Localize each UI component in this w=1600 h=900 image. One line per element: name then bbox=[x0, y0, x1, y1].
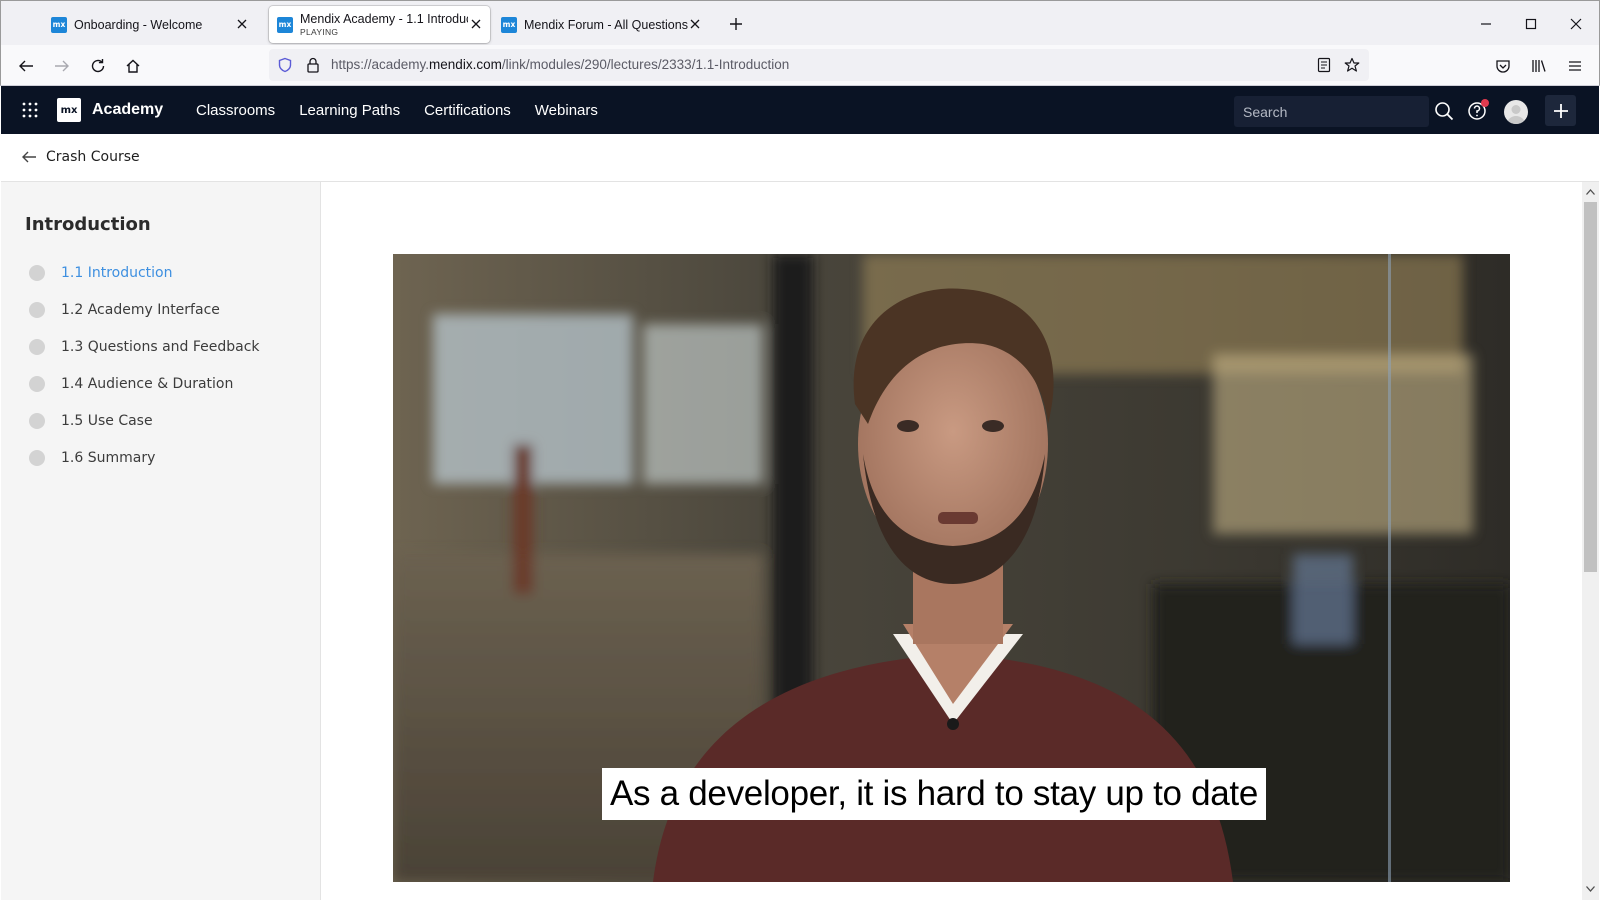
scroll-up-arrow-icon[interactable] bbox=[1585, 186, 1596, 197]
lock-icon[interactable] bbox=[303, 55, 323, 75]
progress-dot-icon bbox=[29, 375, 45, 392]
lesson-label: 1.3 Questions and Feedback bbox=[61, 338, 260, 355]
nav-webinars[interactable]: Webinars bbox=[535, 102, 598, 119]
lesson-sidebar: Introduction 1.1 Introduction 1.2 Academ… bbox=[1, 182, 321, 900]
lesson-label: 1.1 Introduction bbox=[61, 264, 173, 281]
lesson-label: 1.5 Use Case bbox=[61, 412, 153, 429]
close-tab-icon[interactable] bbox=[687, 16, 703, 32]
module-title: Introduction bbox=[25, 214, 151, 235]
video-caption: As a developer, it is hard to stay up to… bbox=[602, 768, 1267, 820]
breadcrumb: Crash Course bbox=[1, 134, 1599, 182]
academy-header: mx Academy Classrooms Learning Paths Cer… bbox=[1, 86, 1599, 134]
tab-title: Mendix Forum - All Questions bbox=[524, 17, 688, 32]
mendix-logo-icon: mx bbox=[57, 98, 81, 122]
lesson-list: 1.1 Introduction 1.2 Academy Interface 1… bbox=[29, 254, 260, 476]
browser-tab-forum[interactable]: mx Mendix Forum - All Questions bbox=[501, 6, 709, 43]
brand-name: Academy bbox=[92, 101, 164, 118]
avatar[interactable] bbox=[1504, 100, 1528, 124]
library-icon[interactable] bbox=[1525, 52, 1553, 80]
pocket-icon[interactable] bbox=[1489, 52, 1517, 80]
close-window-icon[interactable] bbox=[1561, 9, 1591, 39]
progress-dot-icon bbox=[29, 301, 45, 318]
lesson-item-introduction[interactable]: 1.1 Introduction bbox=[29, 254, 260, 291]
close-tab-icon[interactable] bbox=[468, 16, 484, 32]
mendix-favicon-icon: mx bbox=[51, 16, 67, 33]
nav-certifications[interactable]: Certifications bbox=[424, 102, 511, 119]
browser-toolbar: https://academy.mendix.com/link/modules/… bbox=[0, 45, 1600, 86]
lesson-item-summary[interactable]: 1.6 Summary bbox=[29, 439, 260, 476]
browser-tab-onboarding[interactable]: mx Onboarding - Welcome bbox=[51, 6, 256, 43]
reader-view-icon[interactable] bbox=[1314, 55, 1334, 75]
academy-brand[interactable]: mx Academy bbox=[57, 98, 163, 122]
url-prefix: https://academy. bbox=[331, 57, 430, 72]
notification-badge bbox=[1481, 99, 1489, 107]
maximize-window-icon[interactable] bbox=[1516, 9, 1546, 39]
lesson-item-questions-feedback[interactable]: 1.3 Questions and Feedback bbox=[29, 328, 260, 365]
mendix-favicon-icon: mx bbox=[501, 16, 517, 33]
search-icon[interactable] bbox=[1431, 98, 1457, 124]
back-arrow-icon[interactable] bbox=[12, 52, 40, 80]
url-host: mendix.com bbox=[429, 57, 502, 72]
scroll-down-arrow-icon[interactable] bbox=[1585, 883, 1596, 894]
progress-dot-icon bbox=[29, 412, 45, 429]
forward-arrow-icon[interactable] bbox=[48, 52, 76, 80]
main-navigation: Classrooms Learning Paths Certifications… bbox=[196, 86, 622, 134]
close-tab-icon[interactable] bbox=[234, 16, 250, 32]
reload-icon[interactable] bbox=[84, 52, 112, 80]
lesson-label: 1.4 Audience & Duration bbox=[61, 375, 234, 392]
scrollbar-thumb[interactable] bbox=[1584, 202, 1597, 572]
url-path: /link/modules/290/lectures/2333/1.1-Intr… bbox=[501, 57, 790, 72]
tab-title: Mendix Academy - 1.1 Introduc bbox=[300, 12, 468, 26]
search-input[interactable] bbox=[1234, 96, 1429, 127]
new-tab-button[interactable] bbox=[725, 13, 747, 35]
caption-text: As a developer, it is hard to stay up to… bbox=[610, 774, 1259, 813]
plus-icon bbox=[1553, 103, 1568, 118]
page-scrollbar[interactable] bbox=[1582, 182, 1599, 900]
back-arrow-icon[interactable] bbox=[21, 149, 39, 167]
nav-learning-paths[interactable]: Learning Paths bbox=[299, 102, 400, 119]
lesson-item-academy-interface[interactable]: 1.2 Academy Interface bbox=[29, 291, 260, 328]
lesson-label: 1.2 Academy Interface bbox=[61, 301, 220, 318]
help-icon[interactable] bbox=[1464, 98, 1490, 124]
nav-classrooms[interactable]: Classrooms bbox=[196, 102, 275, 119]
home-icon[interactable] bbox=[119, 52, 147, 80]
url-text[interactable]: https://academy.mendix.com/link/modules/… bbox=[331, 57, 789, 72]
address-bar[interactable]: https://academy.mendix.com/link/modules/… bbox=[269, 49, 1369, 81]
tracking-protection-shield-icon[interactable] bbox=[275, 55, 295, 75]
progress-dot-icon bbox=[29, 338, 45, 355]
progress-dot-icon bbox=[29, 264, 45, 281]
browser-tab-strip: mx Onboarding - Welcome mx Mendix Academ… bbox=[0, 0, 1600, 45]
tab-title: Onboarding - Welcome bbox=[74, 17, 203, 32]
progress-dot-icon bbox=[29, 449, 45, 466]
bookmark-star-icon[interactable] bbox=[1342, 55, 1362, 75]
lesson-item-audience-duration[interactable]: 1.4 Audience & Duration bbox=[29, 365, 260, 402]
lesson-item-use-case[interactable]: 1.5 Use Case bbox=[29, 402, 260, 439]
browser-tab-academy[interactable]: mx Mendix Academy - 1.1 Introduc PLAYING bbox=[269, 6, 490, 43]
breadcrumb-link-crash-course[interactable]: Crash Course bbox=[46, 149, 140, 165]
app-switcher-grid-icon[interactable] bbox=[21, 101, 39, 119]
add-button[interactable] bbox=[1545, 95, 1576, 126]
search-field-wrapper bbox=[1234, 96, 1429, 127]
lesson-label: 1.6 Summary bbox=[61, 449, 156, 466]
minimize-window-icon[interactable] bbox=[1471, 9, 1501, 39]
tab-playing-label: PLAYING bbox=[300, 27, 339, 37]
mendix-favicon-icon: mx bbox=[277, 16, 293, 33]
menu-hamburger-icon[interactable] bbox=[1561, 52, 1589, 80]
